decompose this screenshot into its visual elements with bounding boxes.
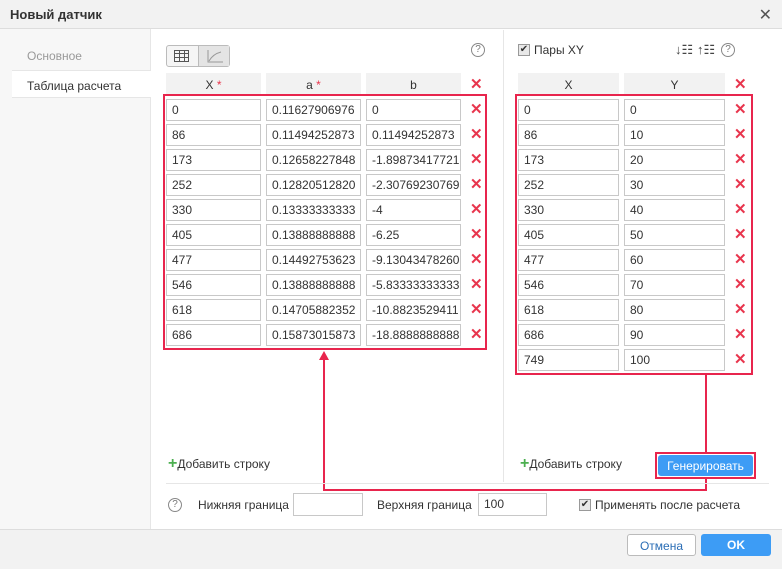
bounds-divider	[166, 483, 769, 484]
apply-after-calc-checkbox[interactable]: ✔	[579, 499, 591, 511]
upper-bound-input[interactable]: 100	[478, 493, 547, 516]
ok-button[interactable]: OK	[701, 534, 771, 556]
lower-bound-label: Нижняя граница	[198, 498, 289, 512]
upper-bound-label: Верхняя граница	[377, 498, 472, 512]
help-icon-bounds[interactable]: ?	[168, 498, 182, 512]
cancel-button[interactable]: Отмена	[627, 534, 696, 556]
apply-after-calc-label: Применять после расчета	[595, 498, 741, 512]
lower-bound-input[interactable]	[293, 493, 363, 516]
